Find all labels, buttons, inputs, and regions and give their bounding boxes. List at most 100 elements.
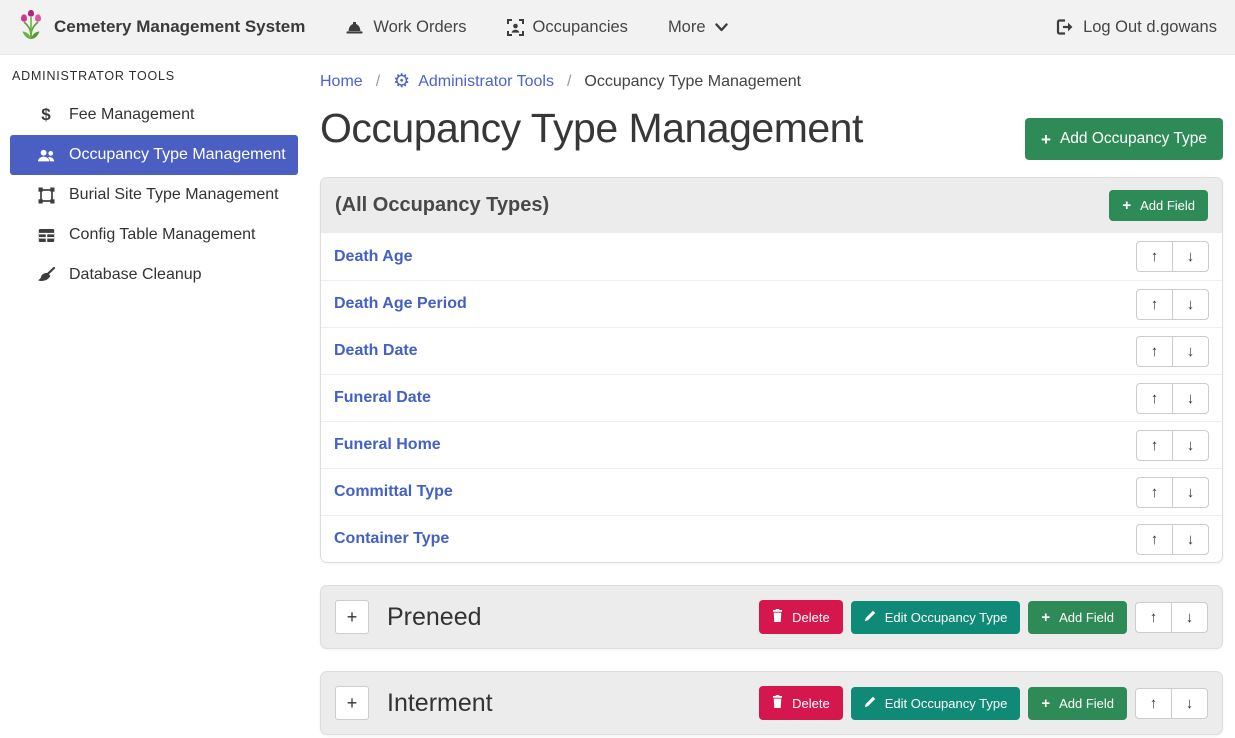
reorder-buttons: ↑ ↓ [1136,430,1209,461]
move-up-button[interactable]: ↑ [1136,241,1173,272]
reorder-buttons: ↑ ↓ [1136,524,1209,555]
sidebar-item-occupancy-type-management[interactable]: Occupancy Type Management [10,135,298,175]
field-link-funeral-date[interactable]: Funeral Date [334,389,431,407]
breadcrumb: Home / ⚙ Administrator Tools / Occupancy… [320,72,1223,91]
reorder-buttons: ↑ ↓ [1136,241,1209,272]
sidebar-item-label: Database Cleanup [69,266,202,284]
field-row: Death Age ↑ ↓ [321,233,1222,280]
arrow-up-icon: ↑ [1151,437,1159,454]
edit-occupancy-type-label: Edit Occupancy Type [885,610,1008,625]
move-up-button[interactable]: ↑ [1136,289,1173,320]
arrow-down-icon: ↓ [1187,296,1195,313]
field-link-death-age[interactable]: Death Age [334,248,413,266]
breadcrumb-home-link[interactable]: Home [320,73,363,91]
sidebar: ADMINISTRATOR TOOLS $ Fee Management Occ… [0,55,308,737]
arrow-down-icon: ↓ [1187,437,1195,454]
occupancy-type-name: Interment [387,689,493,718]
arrow-up-icon: ↑ [1151,248,1159,265]
field-row: Death Age Period ↑ ↓ [321,280,1222,327]
pencil-icon [864,696,876,711]
occupancy-type-panel-interment: + Interment Delete [320,671,1223,735]
move-up-button[interactable]: ↑ [1136,336,1173,367]
trash-icon [772,695,783,711]
title-row: Occupancy Type Management + Add Occupanc… [320,105,1223,160]
vector-square-icon [36,187,56,204]
sidebar-heading: ADMINISTRATOR TOOLS [0,63,308,95]
app-brand[interactable]: Cemetery Management System [18,10,305,45]
move-up-button[interactable]: ↑ [1136,430,1173,461]
plus-icon: + [1122,198,1131,213]
move-up-button[interactable]: ↑ [1136,383,1173,414]
edit-occupancy-type-button[interactable]: Edit Occupancy Type [851,687,1021,720]
reorder-buttons: ↑ ↓ [1136,477,1209,508]
arrow-down-icon: ↓ [1187,531,1195,548]
expand-button[interactable]: + [335,686,369,720]
sidebar-item-burial-site-type-management[interactable]: Burial Site Type Management [10,175,298,215]
reorder-buttons: ↑ ↓ [1135,688,1208,719]
nav-item-work-orders[interactable]: Work Orders [345,18,466,37]
delete-button[interactable]: Delete [759,686,843,720]
all-occupancy-types-panel: (All Occupancy Types) + Add Field Death … [320,177,1223,563]
arrow-down-icon: ↓ [1187,248,1195,265]
occupancy-type-name: Preneed [387,603,482,632]
field-row: Funeral Date ↑ ↓ [321,374,1222,421]
field-link-death-date[interactable]: Death Date [334,342,418,360]
sidebar-item-config-table-management[interactable]: Config Table Management [10,215,298,255]
move-up-button[interactable]: ↑ [1135,688,1172,719]
field-link-funeral-home[interactable]: Funeral Home [334,436,441,454]
reorder-buttons: ↑ ↓ [1135,602,1208,633]
add-field-button[interactable]: + Add Field [1028,601,1127,634]
pencil-icon [864,610,876,625]
breadcrumb-admin-tools-link[interactable]: ⚙ Administrator Tools [393,72,554,91]
expand-button[interactable]: + [335,600,369,634]
gear-icon: ⚙ [393,72,410,91]
field-link-death-age-period[interactable]: Death Age Period [334,295,467,313]
arrow-up-icon: ↑ [1150,609,1158,626]
move-down-button[interactable]: ↓ [1172,289,1209,320]
plus-icon: + [347,607,358,628]
nav-item-occupancies[interactable]: Occupancies [507,18,628,37]
logout-label: Log Out d.gowans [1083,18,1217,37]
add-occupancy-type-button[interactable]: + Add Occupancy Type [1025,118,1223,160]
delete-button[interactable]: Delete [759,600,843,634]
tulips-icon [18,10,44,45]
delete-label: Delete [792,696,830,711]
add-field-button[interactable]: + Add Field [1109,190,1208,221]
edit-occupancy-type-button[interactable]: Edit Occupancy Type [851,601,1021,634]
move-down-button[interactable]: ↓ [1172,430,1209,461]
chevron-down-icon [715,23,728,32]
move-down-button[interactable]: ↓ [1172,477,1209,508]
arrow-up-icon: ↑ [1151,343,1159,360]
occupancy-type-actions: Delete Edit Occupancy Type + Add Field ↑ [759,686,1208,720]
arrow-down-icon: ↓ [1187,343,1195,360]
move-down-button[interactable]: ↓ [1172,524,1209,555]
move-down-button[interactable]: ↓ [1171,602,1208,633]
logout-button[interactable]: Log Out d.gowans [1056,18,1217,37]
move-up-button[interactable]: ↑ [1136,524,1173,555]
add-field-button[interactable]: + Add Field [1028,687,1127,720]
dollar-icon: $ [36,105,56,125]
sidebar-item-database-cleanup[interactable]: Database Cleanup [10,255,298,295]
panel-title: (All Occupancy Types) [335,194,549,217]
move-down-button[interactable]: ↓ [1172,241,1209,272]
plus-icon: + [347,693,358,714]
move-up-button[interactable]: ↑ [1135,602,1172,633]
sidebar-item-label: Config Table Management [69,226,256,244]
nav-item-more[interactable]: More [668,18,728,37]
occupancy-type-actions: Delete Edit Occupancy Type + Add Field ↑ [759,600,1208,634]
arrow-down-icon: ↓ [1187,484,1195,501]
nav-item-label: More [668,18,706,37]
field-link-committal-type[interactable]: Committal Type [334,483,453,501]
field-link-container-type[interactable]: Container Type [334,530,449,548]
move-down-button[interactable]: ↓ [1171,688,1208,719]
logout-icon [1056,19,1074,35]
move-down-button[interactable]: ↓ [1172,383,1209,414]
arrow-down-icon: ↓ [1186,695,1194,712]
sidebar-item-fee-management[interactable]: $ Fee Management [10,95,298,135]
add-field-label: Add Field [1059,610,1114,625]
move-up-button[interactable]: ↑ [1136,477,1173,508]
move-down-button[interactable]: ↓ [1172,336,1209,367]
page-title: Occupancy Type Management [320,105,863,152]
users-icon [36,148,56,162]
plus-icon: + [1041,610,1050,625]
